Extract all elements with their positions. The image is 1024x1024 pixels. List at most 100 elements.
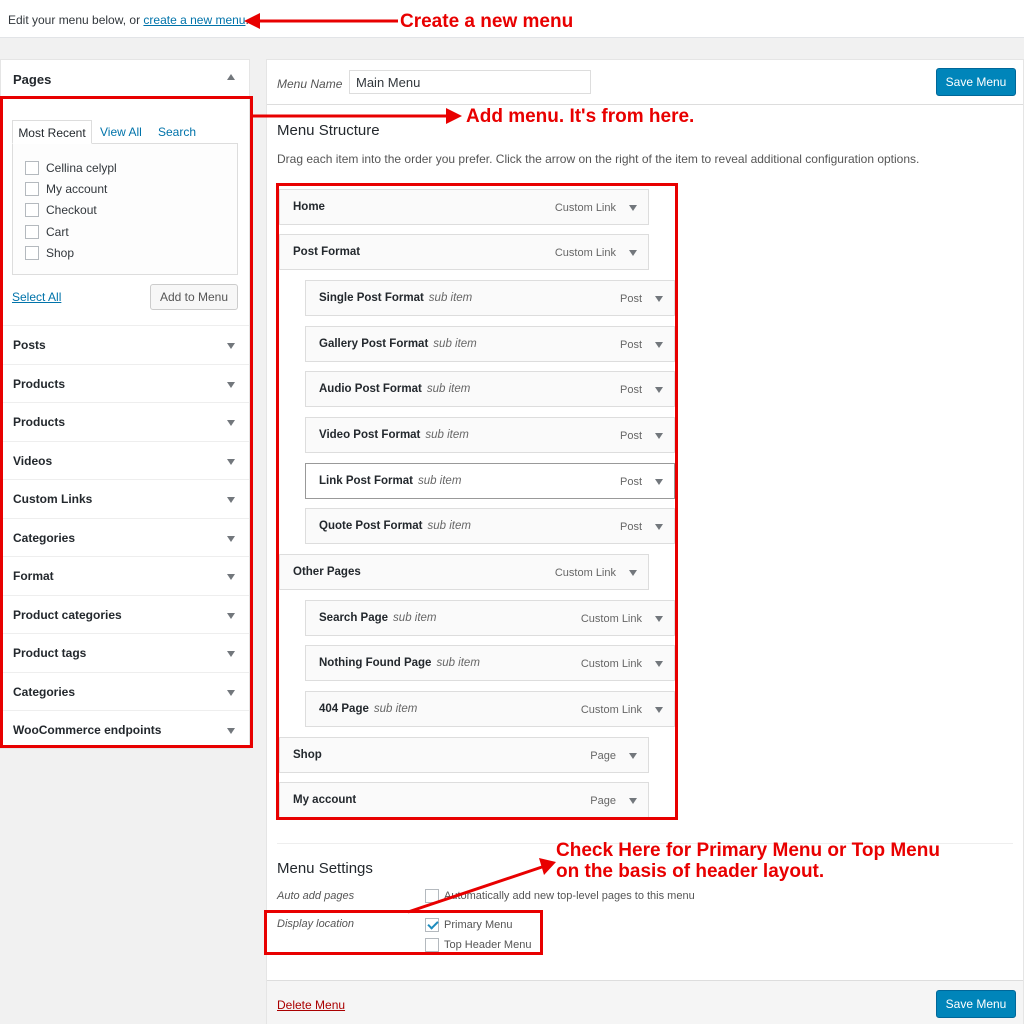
menu-item[interactable]: Search Page sub item Custom Link [305, 600, 675, 636]
checkbox-checked[interactable] [425, 918, 439, 932]
chevron-down-icon[interactable] [629, 250, 637, 256]
menu-item-type: Page [590, 795, 616, 807]
chevron-down-icon[interactable] [655, 296, 663, 302]
tab-most-recent[interactable]: Most Recent [12, 120, 92, 144]
location-label: Primary Menu [444, 918, 513, 931]
chevron-down-icon[interactable] [227, 459, 235, 465]
chevron-down-icon[interactable] [655, 616, 663, 622]
accordion-woocommerce-endpoints[interactable]: WooCommerce endpoints [1, 710, 249, 748]
accordion-custom-links[interactable]: Custom Links [1, 479, 249, 517]
menu-item-type: Post [619, 384, 642, 396]
accordion-products-2[interactable]: Products [1, 402, 249, 440]
add-to-menu-button[interactable]: Add to Menu [150, 284, 238, 310]
menu-item[interactable]: Single Post Format sub item Post [305, 280, 675, 316]
chevron-down-icon[interactable] [227, 613, 235, 619]
save-menu-button-bottom[interactable]: Save Menu [936, 990, 1016, 1018]
delete-menu-link[interactable]: Delete Menu [277, 998, 345, 1012]
chevron-down-icon[interactable] [227, 690, 235, 696]
chevron-down-icon[interactable] [629, 798, 637, 804]
accordion-label: Products [13, 377, 66, 391]
chevron-down-icon[interactable] [227, 420, 235, 426]
page-option[interactable]: Checkout [25, 202, 97, 218]
auto-add-pages-label: Auto add pages [277, 890, 355, 902]
chevron-down-icon[interactable] [629, 205, 637, 211]
menu-item-type: Post [619, 521, 642, 533]
accordion-product-tags[interactable]: Product tags [1, 633, 249, 671]
chevron-down-icon[interactable] [227, 497, 235, 503]
menu-item[interactable]: 404 Page sub item Custom Link [305, 691, 675, 727]
chevron-down-icon[interactable] [655, 342, 663, 348]
menu-item[interactable]: Audio Post Format sub item Post [305, 371, 675, 407]
chevron-down-icon[interactable] [227, 651, 235, 657]
page-option[interactable]: My account [25, 181, 107, 197]
chevron-down-icon[interactable] [655, 661, 663, 667]
accordion-posts[interactable]: Posts [1, 325, 249, 363]
create-new-menu-link[interactable]: create a new menu [143, 13, 245, 27]
menu-item-title-text: Home [293, 201, 325, 213]
tab-view-all[interactable]: View All [100, 120, 142, 144]
menu-item-sub-label: sub item [425, 429, 469, 441]
menu-item-title-text: Other Pages [293, 566, 361, 578]
page-option[interactable]: Cellina celypl [25, 160, 117, 176]
menu-name-input[interactable] [349, 70, 591, 94]
menu-header: Menu Name Save Menu [267, 60, 1023, 105]
accordion-label: Product categories [13, 608, 122, 622]
menu-item-title-text: Video Post Format [319, 429, 421, 441]
chevron-down-icon[interactable] [227, 728, 235, 734]
select-all-link[interactable]: Select All [12, 290, 61, 304]
chevron-up-icon[interactable] [227, 74, 235, 80]
menu-item[interactable]: Other Pages Custom Link [279, 554, 649, 590]
location-primary-menu[interactable]: Primary Menu [425, 918, 512, 932]
auto-add-pages-option[interactable]: Automatically add new top-level pages to… [425, 889, 695, 903]
accordion-categories-2[interactable]: Categories [1, 672, 249, 710]
chevron-down-icon[interactable] [227, 574, 235, 580]
menu-item[interactable]: My account Page [279, 782, 649, 818]
menu-item[interactable]: Shop Page [279, 737, 649, 773]
menu-item[interactable]: Post Format Custom Link [279, 234, 649, 270]
pages-accordion-header[interactable]: Pages [1, 60, 249, 98]
chevron-down-icon[interactable] [629, 753, 637, 759]
chevron-down-icon[interactable] [655, 707, 663, 713]
menu-structure-description: Drag each item into the order you prefer… [277, 152, 920, 166]
location-top-header-menu[interactable]: Top Header Menu [425, 938, 531, 952]
menu-item-title: Search Page sub item [319, 612, 437, 624]
menu-item[interactable]: Gallery Post Format sub item Post [305, 326, 675, 362]
save-menu-button[interactable]: Save Menu [936, 68, 1016, 96]
menu-item[interactable]: Home Custom Link [279, 189, 649, 225]
menu-item[interactable]: Quote Post Format sub item Post [305, 508, 675, 544]
chevron-down-icon[interactable] [655, 479, 663, 485]
chevron-down-icon[interactable] [629, 570, 637, 576]
checkbox[interactable] [25, 181, 39, 196]
accordion-label: Custom Links [13, 492, 93, 506]
menu-item-type: Custom Link [580, 704, 642, 716]
checkbox[interactable] [25, 202, 39, 217]
accordion-format[interactable]: Format [1, 556, 249, 594]
accordion-categories[interactable]: Categories [1, 518, 249, 556]
accordion-videos[interactable]: Videos [1, 441, 249, 479]
menu-item-title-text: Audio Post Format [319, 383, 422, 395]
chevron-down-icon[interactable] [655, 524, 663, 530]
checkbox[interactable] [25, 245, 39, 260]
chevron-down-icon[interactable] [655, 387, 663, 393]
chevron-down-icon[interactable] [227, 536, 235, 542]
menu-item-sub-label: sub item [417, 475, 462, 487]
accordion-product-categories[interactable]: Product categories [1, 595, 249, 633]
display-location-label: Display location [277, 918, 355, 930]
menu-item-title: Audio Post Format sub item [319, 383, 470, 395]
checkbox[interactable] [25, 160, 39, 175]
page-option[interactable]: Cart [25, 224, 69, 240]
checkbox[interactable] [25, 224, 39, 239]
checkbox[interactable] [425, 889, 439, 903]
menu-item[interactable]: Video Post Format sub item Post [305, 417, 675, 453]
menu-item[interactable]: Nothing Found Page sub item Custom Link [305, 645, 675, 681]
page-option[interactable]: Shop [25, 245, 74, 261]
menu-item[interactable]: Link Post Format sub item Post [305, 463, 675, 499]
tab-search[interactable]: Search [158, 120, 196, 144]
menu-item-type: Post [619, 476, 642, 488]
checkbox[interactable] [425, 938, 439, 952]
accordion-products[interactable]: Products [1, 364, 249, 402]
chevron-down-icon[interactable] [655, 433, 663, 439]
chevron-down-icon[interactable] [227, 382, 235, 388]
chevron-down-icon[interactable] [227, 343, 235, 349]
check-location-note-line1: Check Here for Primary Menu or Top Menu [556, 840, 940, 861]
